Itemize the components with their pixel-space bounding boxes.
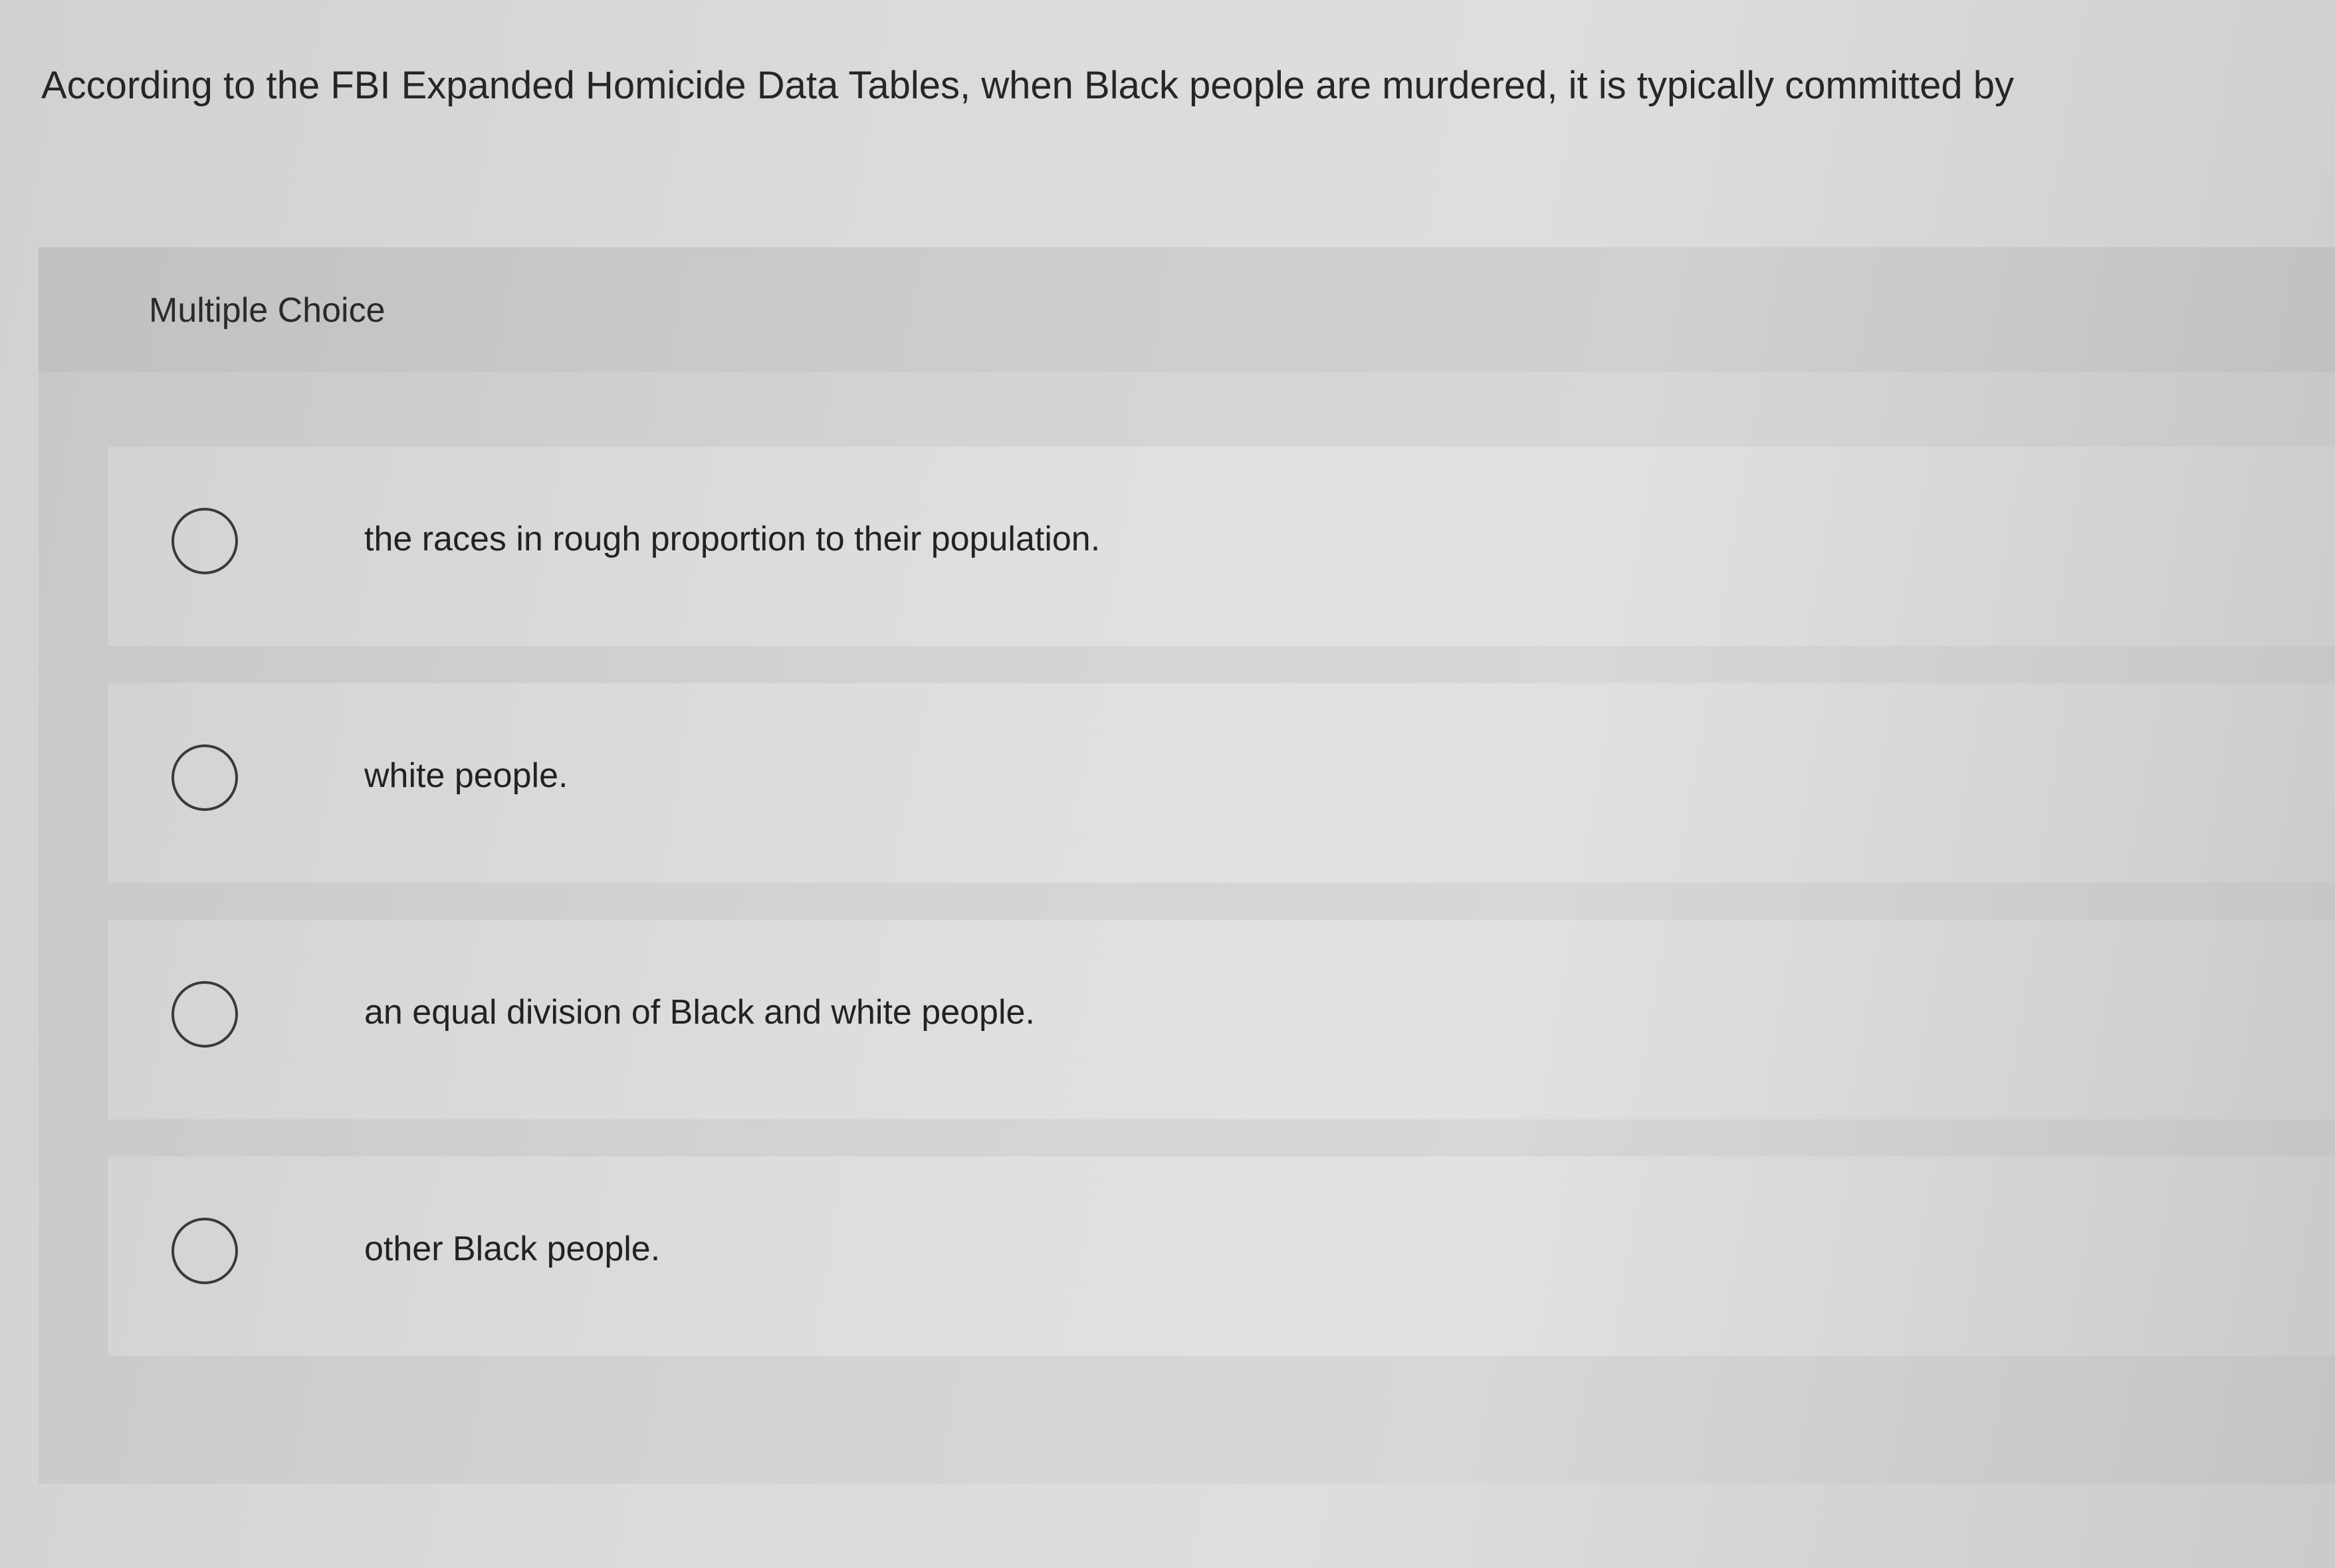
choice-label: other Black people.	[364, 1230, 661, 1268]
choice-label: an equal division of Black and white peo…	[364, 993, 1035, 1032]
answer-panel: Multiple Choice the races in rough propo…	[39, 247, 2335, 1484]
question-text: According to the FBI Expanded Homicide D…	[41, 64, 2015, 107]
radio-button[interactable]	[171, 508, 238, 574]
choice-option-1[interactable]: the races in rough proportion to their p…	[108, 447, 2335, 646]
radio-button[interactable]	[171, 1218, 238, 1284]
choice-option-4[interactable]: other Black people.	[108, 1157, 2335, 1356]
panel-header: Multiple Choice	[39, 247, 2335, 372]
choice-option-3[interactable]: an equal division of Black and white peo…	[108, 920, 2335, 1119]
choice-label: the races in rough proportion to their p…	[364, 520, 1101, 558]
choice-label: white people.	[364, 756, 568, 795]
question-type-label: Multiple Choice	[149, 291, 386, 330]
radio-button[interactable]	[171, 981, 238, 1048]
choice-list: the races in rough proportion to their p…	[108, 447, 2335, 1356]
choice-option-2[interactable]: white people.	[108, 683, 2335, 883]
radio-button[interactable]	[171, 744, 238, 811]
